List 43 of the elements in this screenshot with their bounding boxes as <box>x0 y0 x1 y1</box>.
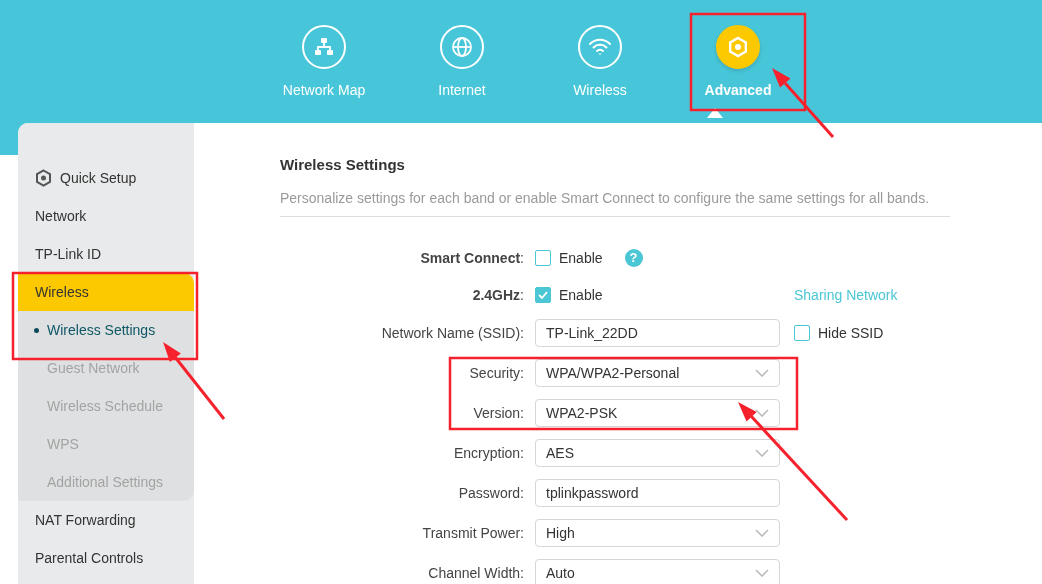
section-description: Personalize settings for each band or enable Smart Connect to configure the same settings for all bands. <box>280 190 950 217</box>
chevron-down-icon <box>755 529 769 537</box>
field-label: Version: <box>472 405 524 421</box>
chevron-down-icon <box>755 449 769 457</box>
dropdown[interactable]: Auto <box>535 559 780 584</box>
checkbox[interactable] <box>535 249 551 266</box>
sidebar-item[interactable]: Wireless <box>18 273 194 311</box>
sidebar-item[interactable]: Parental Controls <box>18 539 194 577</box>
gear-icon <box>35 169 52 187</box>
field-label: Security: <box>468 365 524 381</box>
sidebar-item[interactable]: Quick Setup <box>18 159 194 197</box>
check-icon <box>538 290 548 299</box>
annotation-arrow <box>772 68 835 138</box>
checkbox-label: Enable <box>559 249 603 266</box>
field-label: Network Name (SSID): <box>380 325 524 341</box>
dropdown[interactable]: AES <box>535 439 780 467</box>
dropdown[interactable]: WPA/WPA2-Personal <box>535 359 780 387</box>
wifi-icon <box>588 37 612 57</box>
sidebar-item[interactable]: NAT Forwarding <box>18 501 194 539</box>
input-field[interactable]: TP-Link_22DD <box>535 319 780 347</box>
chevron-down-icon <box>755 369 769 377</box>
field-label: Channel Width: <box>427 565 524 581</box>
sidebar-subitem[interactable]: Wireless Settings <box>18 311 194 349</box>
dropdown[interactable]: WPA2-PSK <box>535 399 780 427</box>
globe-icon <box>451 36 473 58</box>
checkbox[interactable] <box>535 286 551 303</box>
network-map-icon <box>314 37 334 57</box>
field-label: Password: <box>457 485 524 501</box>
checkbox[interactable] <box>794 325 810 341</box>
field-label: 2.4GHz: <box>471 286 524 303</box>
field-label: Transmit Power: <box>421 525 524 541</box>
section-title: Wireless Settings <box>280 156 406 174</box>
sidebar-item[interactable]: Network <box>18 197 194 235</box>
sidebar-item[interactable]: TP-Link ID <box>18 235 194 273</box>
checkbox-label: Enable <box>559 286 603 303</box>
gear-icon <box>726 35 750 59</box>
checkbox-label: Hide SSID <box>818 325 884 341</box>
field-label: Encryption: <box>452 445 524 461</box>
chevron-down-icon <box>755 569 769 577</box>
input-field[interactable]: tplinkpassword <box>535 479 780 507</box>
field-label: Smart Connect: <box>419 249 524 266</box>
dropdown[interactable]: High <box>535 519 780 547</box>
chevron-down-icon <box>755 409 769 417</box>
